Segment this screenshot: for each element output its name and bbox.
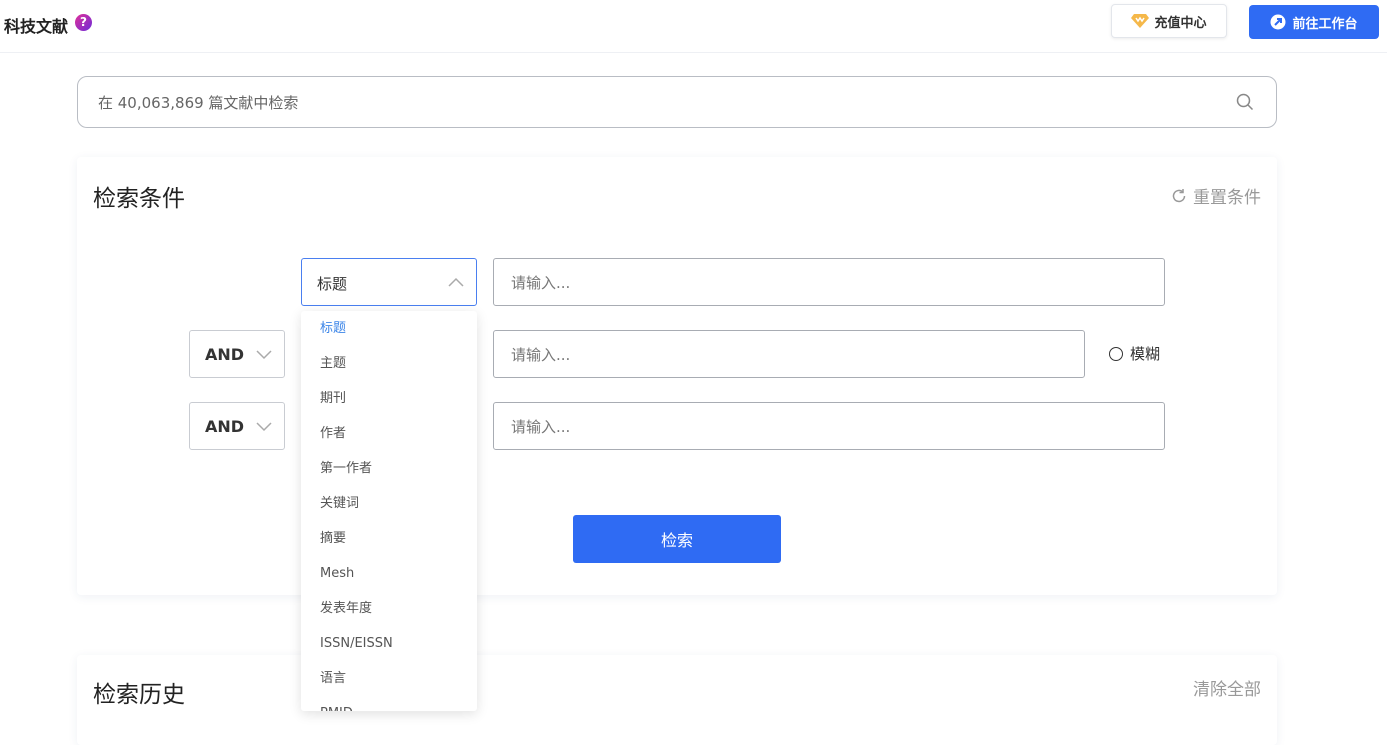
dropdown-option[interactable]: 期刊 <box>301 381 477 416</box>
dropdown-option[interactable]: 标题 <box>301 311 477 346</box>
search-button[interactable]: 检索 <box>573 515 781 563</box>
dropdown-option[interactable]: 发表年度 <box>301 591 477 626</box>
keyword-field-row-2 <box>493 330 1085 378</box>
fuzzy-label: 模糊 <box>1130 345 1161 363</box>
history-title: 检索历史 <box>93 682 185 708</box>
app-title: 科技文献 <box>4 17 69 36</box>
dropdown-option[interactable]: ISSN/EISSN <box>301 626 477 661</box>
go-to-workbench-button[interactable]: 前往工作台 <box>1249 5 1379 39</box>
field-dropdown-menu: 标题 主题 期刊 作者 第一作者 关键词 摘要 Mesh 发表年度 ISSN/E… <box>301 311 477 711</box>
keyword-input-row-2[interactable] <box>509 343 1044 367</box>
dropdown-option[interactable]: 主题 <box>301 346 477 381</box>
dropdown-option[interactable]: 关键词 <box>301 486 477 521</box>
fuzzy-radio[interactable]: 模糊 <box>1109 343 1160 364</box>
dropdown-option[interactable]: Mesh <box>301 556 477 591</box>
field-select-row-1[interactable]: 标题 <box>301 258 477 306</box>
diamond-icon <box>1131 14 1150 28</box>
dropdown-option[interactable]: 第一作者 <box>301 451 477 486</box>
main-search-bar <box>77 76 1277 128</box>
clear-all-link[interactable]: 清除全部 <box>1193 675 1261 700</box>
operator-select-row-2[interactable]: AND <box>189 330 285 378</box>
workbench-label: 前往工作台 <box>1292 16 1358 32</box>
recharge-label: 充值中心 <box>1154 15 1207 31</box>
chevron-up-icon <box>448 277 464 287</box>
operator-select-row-3[interactable]: AND <box>189 402 285 450</box>
recharge-center-button[interactable]: 充值中心 <box>1111 4 1227 38</box>
radio-circle-icon[interactable] <box>1109 346 1123 361</box>
keyword-field-row-3 <box>493 402 1165 450</box>
help-icon[interactable]: ? <box>75 14 92 31</box>
field-select-value: 标题 <box>317 275 348 293</box>
dropdown-option[interactable]: PMID <box>301 696 477 711</box>
reset-conditions-link[interactable]: 重置条件 <box>1171 183 1261 208</box>
refresh-icon <box>1172 188 1186 202</box>
search-history-card: 检索历史 清除全部 <box>77 655 1277 745</box>
keyword-input-row-3[interactable] <box>509 415 1116 439</box>
dropdown-option[interactable]: 摘要 <box>301 521 477 556</box>
dropdown-option[interactable]: 作者 <box>301 416 477 451</box>
top-bar: 科技文献 ? 充值中心 前往工作台 <box>0 0 1387 53</box>
conditions-title: 检索条件 <box>93 186 185 212</box>
main-search-input[interactable] <box>96 90 1200 116</box>
keyword-field-row-1 <box>493 258 1165 306</box>
operator-value: AND <box>205 417 245 436</box>
chevron-down-icon <box>256 350 272 360</box>
search-icon[interactable] <box>1236 93 1254 111</box>
reset-label: 重置条件 <box>1193 188 1261 208</box>
keyword-input-row-1[interactable] <box>509 271 1116 295</box>
dropdown-option[interactable]: 语言 <box>301 661 477 696</box>
chevron-down-icon <box>256 422 272 432</box>
operator-value: AND <box>205 345 245 364</box>
workbench-icon <box>1270 14 1286 30</box>
